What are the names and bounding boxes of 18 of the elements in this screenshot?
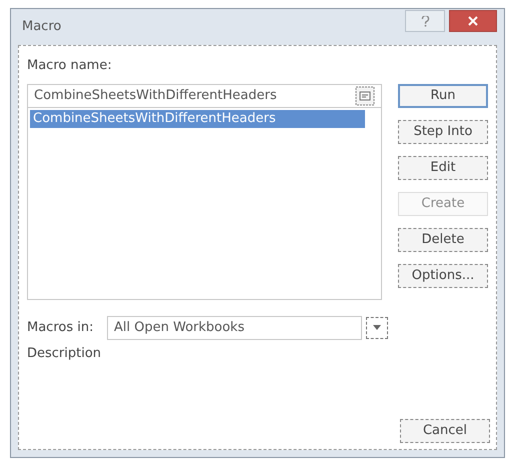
- description-label: Description: [27, 344, 102, 362]
- close-button[interactable]: [449, 10, 497, 32]
- field-label: Macros in:: [27, 318, 94, 337]
- field-label: Macro name:: [27, 57, 113, 75]
- dialog-button[interactable]: Options...: [398, 264, 488, 288]
- collapse-icon[interactable]: [355, 86, 375, 106]
- dialog-button[interactable]: Edit: [398, 156, 488, 180]
- macros-in-dropdown[interactable]: All Open Workbooks: [107, 316, 362, 340]
- dialog-button[interactable]: Step Into: [398, 120, 488, 144]
- macro-name-field[interactable]: CombineSheetsWithDifferentHeaders: [27, 84, 382, 108]
- help-icon: [420, 16, 430, 26]
- dropdown-button[interactable]: [366, 316, 388, 338]
- caret-icon: [373, 325, 381, 330]
- dialog-button[interactable]: Run: [398, 84, 488, 108]
- dialog-button[interactable]: Delete: [398, 228, 488, 252]
- cancel-button[interactable]: Cancel: [400, 419, 490, 443]
- close-icon: [468, 16, 478, 26]
- window-title: Macro: [21, 18, 62, 36]
